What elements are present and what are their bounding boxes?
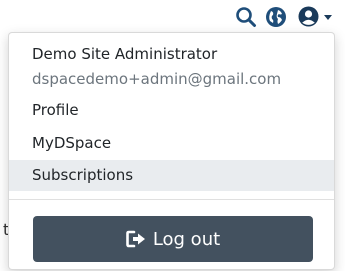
logout-button[interactable]: Log out: [33, 216, 313, 262]
top-navbar: [0, 0, 345, 32]
globe-icon[interactable]: [265, 6, 287, 28]
user-circle-icon: [298, 6, 319, 27]
menu-item-subscriptions[interactable]: Subscriptions: [9, 160, 334, 191]
logout-label: Log out: [152, 228, 221, 250]
user-email: dspacedemo+admin@gmail.com: [32, 70, 282, 88]
menu-item-profile[interactable]: Profile: [9, 95, 334, 126]
menu-divider: [9, 199, 334, 200]
search-icon[interactable]: [235, 6, 257, 28]
user-name: Demo Site Administrator: [32, 45, 218, 63]
menu-item-mydspace[interactable]: MyDSpace: [9, 128, 334, 159]
caret-down-icon: [324, 15, 332, 20]
user-dropdown-menu: Demo Site Administrator dspacedemo+admin…: [8, 32, 335, 270]
user-menu-toggle[interactable]: [296, 6, 336, 28]
sign-out-icon: [126, 230, 146, 248]
